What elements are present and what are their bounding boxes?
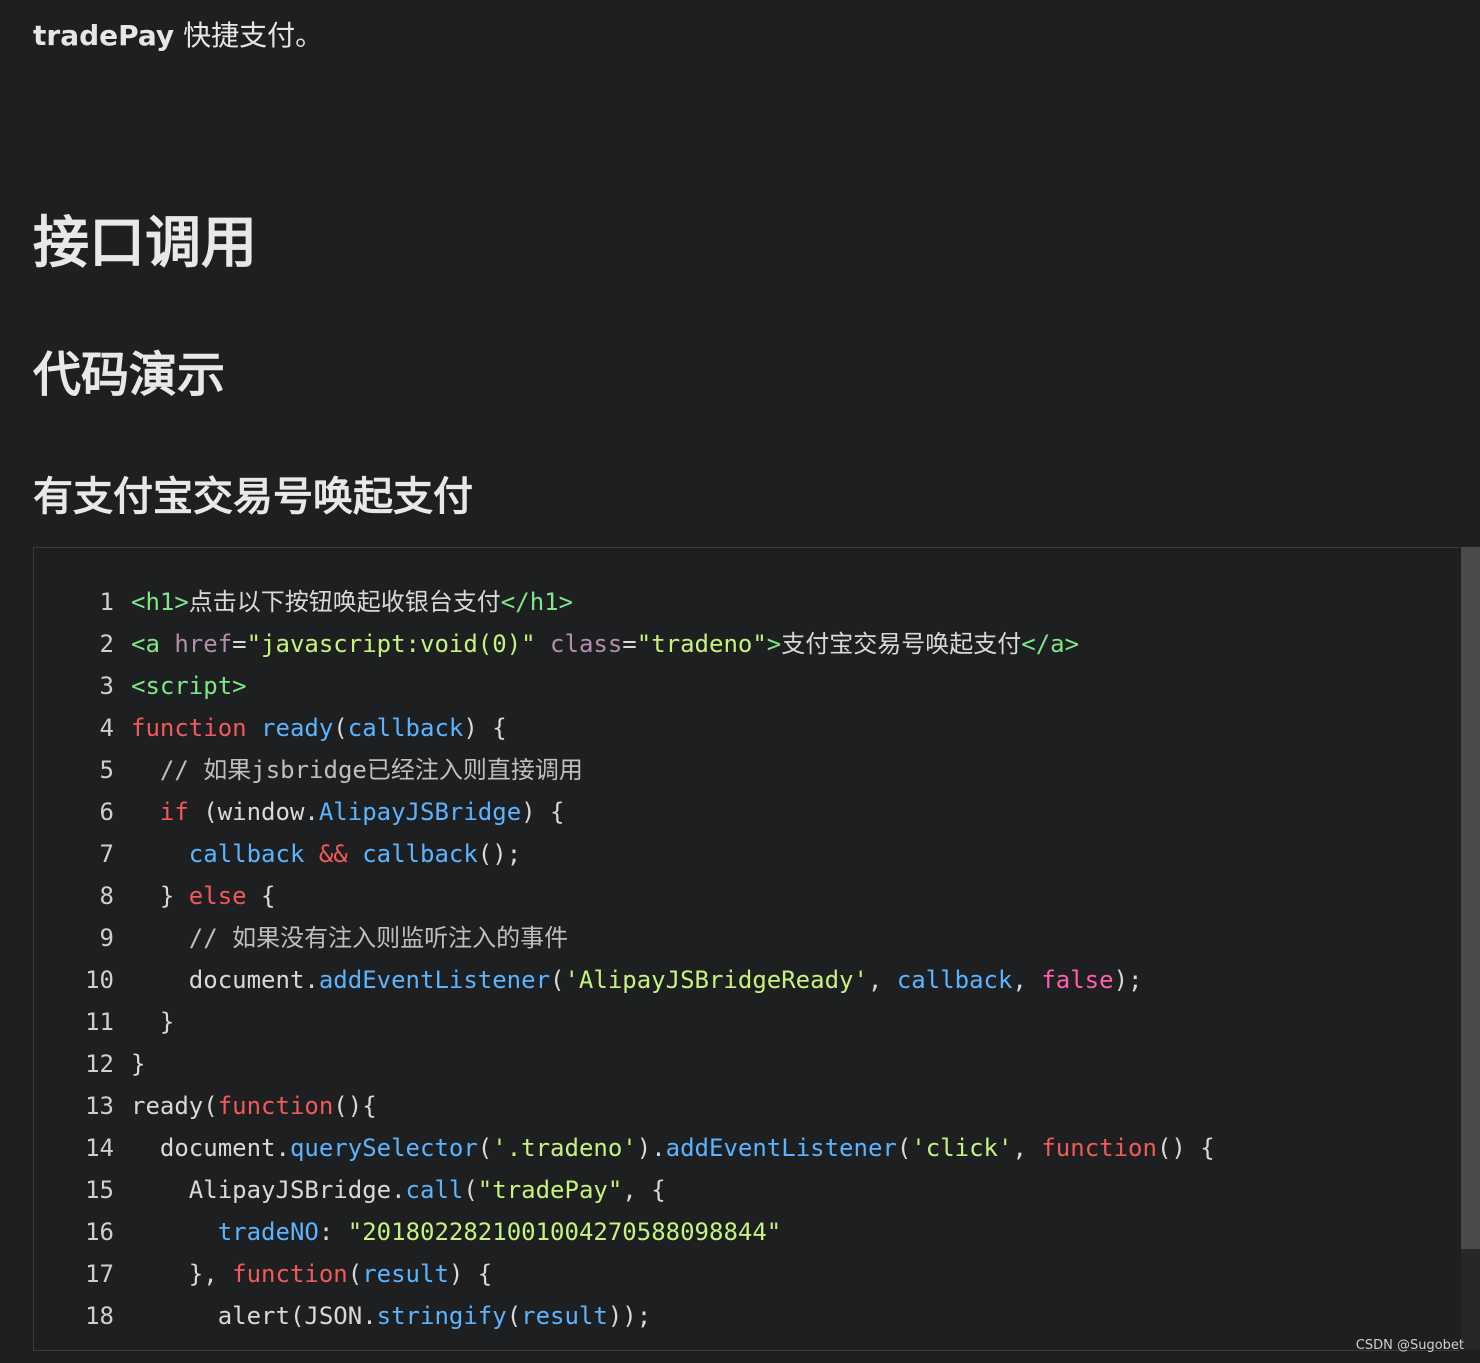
heading-trade-no-pay: 有支付宝交易号唤起支付 bbox=[33, 474, 473, 520]
code-text: document.querySelector('.tradeno').addEv… bbox=[131, 1134, 1215, 1162]
code-text: <a href="javascript:void(0)" class="trad… bbox=[131, 630, 1080, 658]
code-text: } else { bbox=[131, 882, 276, 910]
line-number: 11 bbox=[85, 1008, 114, 1036]
line-number: 8 bbox=[99, 882, 114, 910]
code-text: alert(JSON.stringify(result)); bbox=[131, 1302, 652, 1330]
code-text: } bbox=[131, 1050, 146, 1078]
line-number: 14 bbox=[85, 1134, 114, 1162]
scrollbar-thumb[interactable] bbox=[1461, 547, 1480, 1249]
line-number: 12 bbox=[85, 1050, 114, 1078]
heading-code-demo: 代码演示 bbox=[33, 347, 226, 403]
watermark: CSDN @Sugobet bbox=[1355, 1338, 1464, 1353]
code-text: <h1>点击以下按钮唤起收银台支付</h1> bbox=[131, 588, 574, 616]
line-number: 7 bbox=[99, 840, 114, 868]
code-text: function ready(callback) { bbox=[131, 714, 507, 742]
code-block: 1 <h1>点击以下按钮唤起收银台支付</h1> 2 <a href="javascr… bbox=[33, 547, 1460, 1351]
intro-bold: tradePay bbox=[33, 19, 175, 52]
line-number: 18 bbox=[85, 1302, 114, 1330]
heading-interface-call: 接口调用 bbox=[33, 211, 257, 276]
scrollbar-track[interactable] bbox=[1461, 1249, 1480, 1349]
line-number: 9 bbox=[99, 924, 114, 952]
line-number: 10 bbox=[85, 966, 114, 994]
intro-text: tradePay 快捷支付。 bbox=[33, 14, 323, 54]
code-text: } bbox=[131, 1008, 175, 1036]
line-number: 1 bbox=[99, 588, 114, 616]
code-text: ready(function(){ bbox=[131, 1092, 377, 1120]
code-text: // 如果jsbridge已经注入则直接调用 bbox=[131, 756, 583, 784]
line-number: 5 bbox=[99, 756, 114, 784]
code-text: }, function(result) { bbox=[131, 1260, 493, 1288]
line-number: 6 bbox=[99, 798, 114, 826]
line-number: 2 bbox=[99, 630, 114, 658]
line-number: 4 bbox=[99, 714, 114, 742]
line-number: 16 bbox=[85, 1218, 114, 1246]
line-number: 17 bbox=[85, 1260, 114, 1288]
line-number: 13 bbox=[85, 1092, 114, 1120]
code-text: AlipayJSBridge.call("tradePay", { bbox=[131, 1176, 666, 1204]
code-text: document.addEventListener('AlipayJSBridg… bbox=[131, 966, 1143, 994]
code-text: callback && callback(); bbox=[188, 840, 522, 868]
line-number: 3 bbox=[99, 672, 114, 700]
line-number: 15 bbox=[85, 1176, 114, 1204]
code-text: // 如果没有注入则监听注入的事件 bbox=[131, 924, 569, 952]
code-text: tradeNO: "2018022821001004270588098844" bbox=[217, 1218, 782, 1246]
intro-rest: 快捷支付。 bbox=[174, 19, 324, 52]
code-text: <script> bbox=[131, 672, 247, 700]
code-text: if (window.AlipayJSBridge) { bbox=[159, 798, 565, 826]
